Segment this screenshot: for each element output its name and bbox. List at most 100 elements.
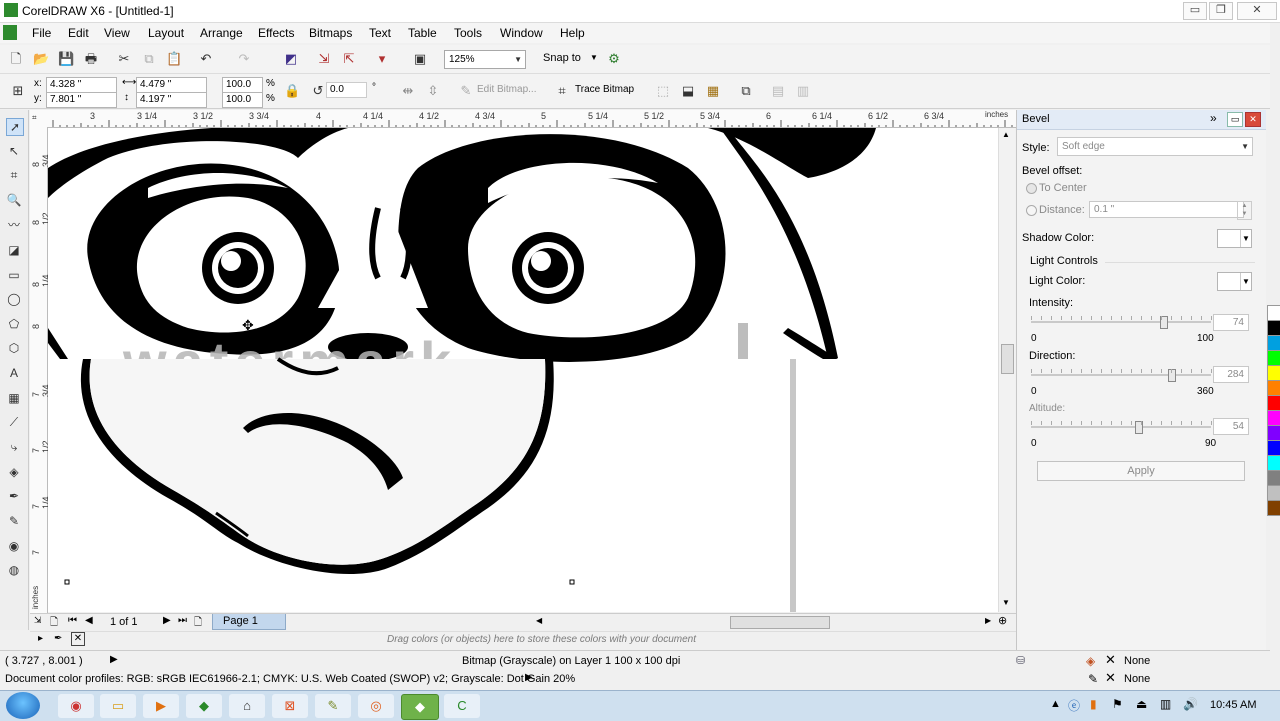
fill-none-icon[interactable]: ✕ xyxy=(1105,653,1119,667)
shadow-color-picker[interactable]: ▼ xyxy=(1217,229,1252,248)
menu-window[interactable]: Window xyxy=(500,26,543,40)
menu-text[interactable]: Text xyxy=(369,26,391,40)
app-menu-icon[interactable] xyxy=(3,25,17,40)
close-button[interactable]: ✕ xyxy=(1237,2,1277,20)
copy-icon[interactable]: ⧉ xyxy=(141,51,157,67)
intensity-field[interactable]: 74 xyxy=(1213,314,1249,331)
rectangle-tool-icon[interactable]: ▭ xyxy=(6,267,22,283)
outline-tool-icon[interactable]: ✎ xyxy=(6,513,22,529)
smart-fill-tool-icon[interactable]: ◪ xyxy=(6,242,22,258)
fill-tool-icon[interactable]: ◉ xyxy=(6,538,22,554)
previous-page-icon[interactable]: ◀ xyxy=(85,615,93,626)
apply-button[interactable]: Apply xyxy=(1037,461,1245,481)
x-position-field[interactable]: 4.328 " xyxy=(46,77,117,93)
direction-slider-thumb[interactable] xyxy=(1168,369,1176,382)
eyedropper-tool-icon[interactable]: ✒ xyxy=(6,488,22,504)
snap-to-button[interactable]: Snap to xyxy=(543,52,581,64)
menu-edit[interactable]: Edit xyxy=(68,26,89,40)
shape-tool-icon[interactable]: ↖ xyxy=(6,143,22,159)
full-screen-preview-icon[interactable]: ▣ xyxy=(412,51,428,67)
first-page-icon[interactable]: ⏮ xyxy=(68,615,77,626)
no-color-swatch-icon[interactable]: ✕ xyxy=(71,632,85,646)
page-tab-1[interactable]: Page 1 xyxy=(212,614,286,630)
blend-tool-icon[interactable]: ◈ xyxy=(6,464,22,480)
docker-minimize-icon[interactable]: ▭ xyxy=(1227,112,1243,127)
menu-table[interactable]: Table xyxy=(408,26,437,40)
navigator-icon[interactable]: ⊕ xyxy=(998,614,1007,627)
palette-swatch[interactable] xyxy=(1267,470,1280,486)
distance-radio[interactable] xyxy=(1026,205,1037,216)
scroll-up-icon[interactable]: ▲ xyxy=(1002,130,1010,139)
object-origin-icon[interactable]: ⊞ xyxy=(10,83,26,99)
crop-bitmap-icon[interactable]: ⬚ xyxy=(655,83,671,99)
application-launcher-icon[interactable]: ▾ xyxy=(374,51,390,67)
minimize-button[interactable]: ▭ xyxy=(1183,2,1207,20)
altitude-field[interactable]: 54 xyxy=(1213,418,1249,435)
docker-expand-icon[interactable]: » xyxy=(1210,111,1217,125)
snap-to-chevron-icon[interactable]: ▼ xyxy=(590,53,598,62)
palette-swatch[interactable] xyxy=(1267,350,1280,366)
redo-icon[interactable]: ↷ xyxy=(236,51,252,67)
tray-ie-icon[interactable]: ⓔ xyxy=(1068,697,1080,714)
mirror-horizontal-icon[interactable]: ⇹ xyxy=(400,83,416,99)
palette-swatch[interactable] xyxy=(1267,485,1280,501)
menu-help[interactable]: Help xyxy=(560,26,585,40)
color-proof-icon[interactable]: ⛁ xyxy=(1016,654,1025,667)
search-content-icon[interactable]: ◩ xyxy=(283,51,299,67)
scale-height-field[interactable]: 100.0 xyxy=(222,92,263,108)
width-field[interactable]: 4.479 " xyxy=(136,77,207,93)
rotation-angle-field[interactable]: 0.0 xyxy=(326,82,367,98)
direction-slider[interactable] xyxy=(1031,369,1212,382)
scroll-left-icon[interactable]: ◀ xyxy=(536,616,542,625)
explorer-taskbar-icon[interactable]: ▭ xyxy=(100,694,136,718)
crop-tool-icon[interactable]: ⌗ xyxy=(6,167,22,183)
y-position-field[interactable]: 7.801 " xyxy=(46,92,117,108)
palette-menu-icon[interactable]: ▸ xyxy=(38,633,43,644)
zoom-tool-icon[interactable]: 🔍 xyxy=(6,192,22,208)
palette-swatch[interactable] xyxy=(1267,395,1280,411)
export-icon[interactable]: ⇱ xyxy=(341,51,357,67)
vertical-scroll-thumb[interactable] xyxy=(1001,344,1014,374)
vertical-scrollbar[interactable]: ▲ ▼ xyxy=(998,128,1015,612)
save-icon[interactable]: 💾 xyxy=(58,51,74,67)
to-center-radio[interactable] xyxy=(1026,183,1037,194)
ellipse-tool-icon[interactable]: ◯ xyxy=(6,291,22,307)
media-player-taskbar-icon[interactable]: ▶ xyxy=(143,694,179,718)
pick-tool-icon[interactable]: ➚ xyxy=(6,118,24,136)
align-icon[interactable]: ▥ xyxy=(795,83,811,99)
add-page-after-icon[interactable]: 🗋 xyxy=(194,615,202,632)
start-button[interactable] xyxy=(6,692,40,719)
palette-swatch[interactable] xyxy=(1267,500,1280,516)
altitude-slider[interactable] xyxy=(1031,421,1212,434)
menu-arrange[interactable]: Arrange xyxy=(200,26,243,40)
horizontal-scroll-thumb[interactable] xyxy=(730,616,830,629)
document-color-profiles[interactable]: Document color profiles: RGB: sRGB IEC61… xyxy=(5,673,575,685)
palette-swatch[interactable] xyxy=(1267,335,1280,351)
trace-bitmap-button[interactable]: Trace Bitmap xyxy=(575,84,634,95)
tray-clock[interactable]: 10:45 AM xyxy=(1210,699,1256,711)
eyedropper-icon[interactable]: ✒ xyxy=(54,633,62,644)
palette-swatch[interactable] xyxy=(1267,320,1280,336)
direction-field[interactable]: 284 xyxy=(1213,366,1249,383)
tray-app-icon[interactable]: ▮ xyxy=(1090,697,1097,711)
tray-network-icon[interactable]: ▥ xyxy=(1160,697,1171,711)
chrome-taskbar-icon[interactable]: ◉ xyxy=(58,694,94,718)
distance-spinner[interactable]: ▲ ▼ xyxy=(1237,201,1252,220)
palette-swatch[interactable] xyxy=(1267,410,1280,426)
intensity-slider[interactable] xyxy=(1031,316,1212,329)
undo-icon[interactable]: ↶ xyxy=(198,51,214,67)
cut-icon[interactable]: ✂ xyxy=(116,51,132,67)
zoom-level-select[interactable]: 125% ▼ xyxy=(444,50,526,69)
palette-swatch[interactable] xyxy=(1267,365,1280,381)
style-select[interactable]: Soft edge ▼ xyxy=(1057,137,1253,156)
scroll-down-icon[interactable]: ▼ xyxy=(1002,598,1010,607)
palette-swatch[interactable] xyxy=(1267,380,1280,396)
next-page-icon[interactable]: ▶ xyxy=(163,615,171,626)
restore-button[interactable]: ❐ xyxy=(1209,2,1233,20)
open-icon[interactable]: 📂 xyxy=(33,51,49,67)
panda-bitmap[interactable]: watermark ✥ xyxy=(48,128,1002,612)
new-document-icon[interactable]: 🗋 xyxy=(8,51,24,67)
docker-close-icon[interactable]: ✕ xyxy=(1245,112,1261,127)
coreldraw-taskbar-icon[interactable]: ◆ xyxy=(186,694,222,718)
firefox-taskbar-icon[interactable]: ◎ xyxy=(358,694,394,718)
